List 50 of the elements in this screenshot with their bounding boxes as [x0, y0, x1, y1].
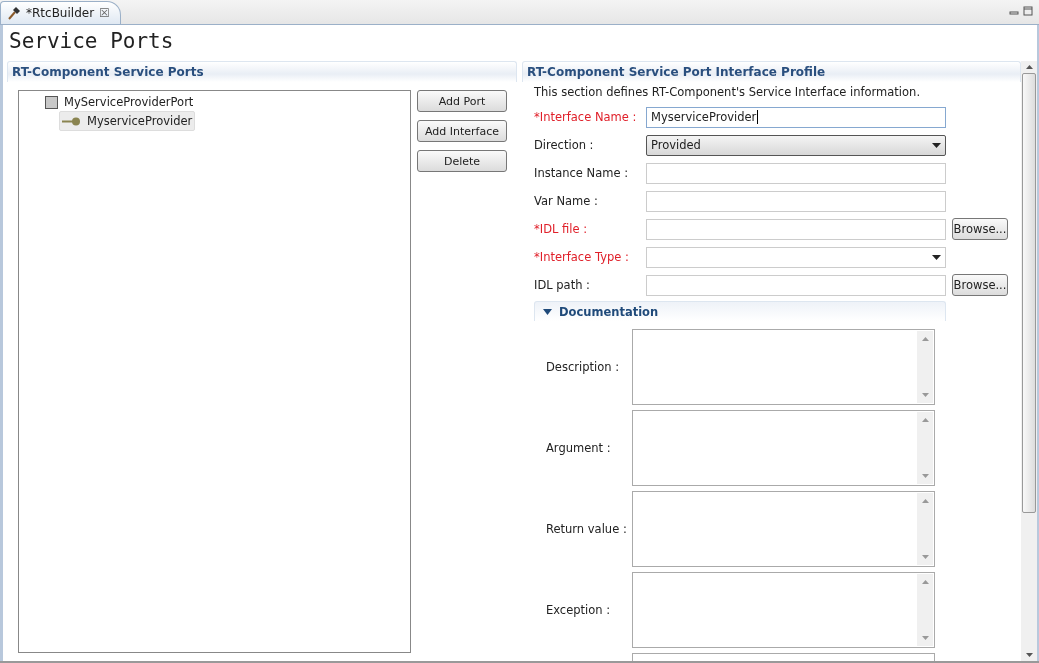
documentation-section-header[interactable]: Documentation [534, 301, 946, 321]
maximize-icon[interactable] [1023, 6, 1033, 16]
field-label: Instance Name : [534, 166, 630, 180]
browse-button[interactable]: Browse... [952, 218, 1008, 240]
tab-title: *RtcBuilder [26, 6, 95, 20]
text-field[interactable] [646, 218, 946, 240]
field-label: Description : [546, 360, 621, 374]
combo-field[interactable] [646, 246, 946, 268]
tree-item[interactable]: MyserviceProvider [59, 111, 196, 131]
action-button[interactable]: Add Port [417, 90, 507, 112]
editor-tab[interactable]: *RtcBuilder ☒ [0, 1, 121, 24]
text-field[interactable]: MyserviceProvider [646, 106, 946, 128]
tree-item-label: MyserviceProvider [87, 114, 193, 128]
interface-lollipop-icon [62, 116, 81, 126]
field-label: *Interface Type : [534, 250, 630, 264]
port-square-icon [45, 95, 58, 109]
close-icon[interactable]: ☒ [99, 6, 110, 20]
text-field[interactable] [646, 162, 946, 184]
page-title: Service Ports [8, 28, 175, 55]
scroll-down-arrow-icon[interactable] [1025, 653, 1033, 657]
text-area[interactable] [632, 410, 935, 486]
field-label: Return value : [546, 522, 628, 536]
field-label: *Interface Name : [534, 110, 638, 124]
field-label: *IDL file : [534, 222, 589, 236]
text-field[interactable] [646, 274, 946, 296]
text-field[interactable] [646, 190, 946, 212]
tree-item[interactable]: MyServiceProviderPort [43, 93, 196, 111]
field-label: Var Name : [534, 194, 599, 208]
field-label: Direction : [534, 138, 595, 152]
text-area[interactable] [632, 491, 935, 567]
field-label: IDL path : [534, 278, 591, 292]
scrollbar[interactable] [1021, 61, 1037, 661]
expand-triangle-icon [543, 308, 552, 315]
action-button[interactable]: Add Interface [417, 120, 507, 142]
scroll-up-arrow-icon[interactable] [1025, 65, 1033, 69]
browse-button[interactable]: Browse... [952, 274, 1008, 296]
text-area[interactable] [632, 572, 935, 648]
text-area[interactable] [632, 329, 935, 405]
section-header: RT-Component Service Ports [7, 61, 517, 82]
action-button[interactable]: Delete [417, 150, 507, 172]
dropdown[interactable]: Provided [646, 134, 946, 156]
dropdown-arrow-icon [932, 254, 941, 260]
hammer-icon [7, 6, 21, 20]
field-label: Argument : [546, 441, 612, 455]
documentation-title: Documentation [559, 304, 659, 319]
tree-item-label: MyServiceProviderPort [64, 95, 194, 109]
field-label: Exception : [546, 603, 612, 617]
section-header: RT-Component Service Port Interface Profile [522, 61, 1021, 82]
dropdown-arrow-icon [932, 142, 941, 148]
section-description: This section defines RT-Component's Service Interface information. [533, 84, 922, 101]
